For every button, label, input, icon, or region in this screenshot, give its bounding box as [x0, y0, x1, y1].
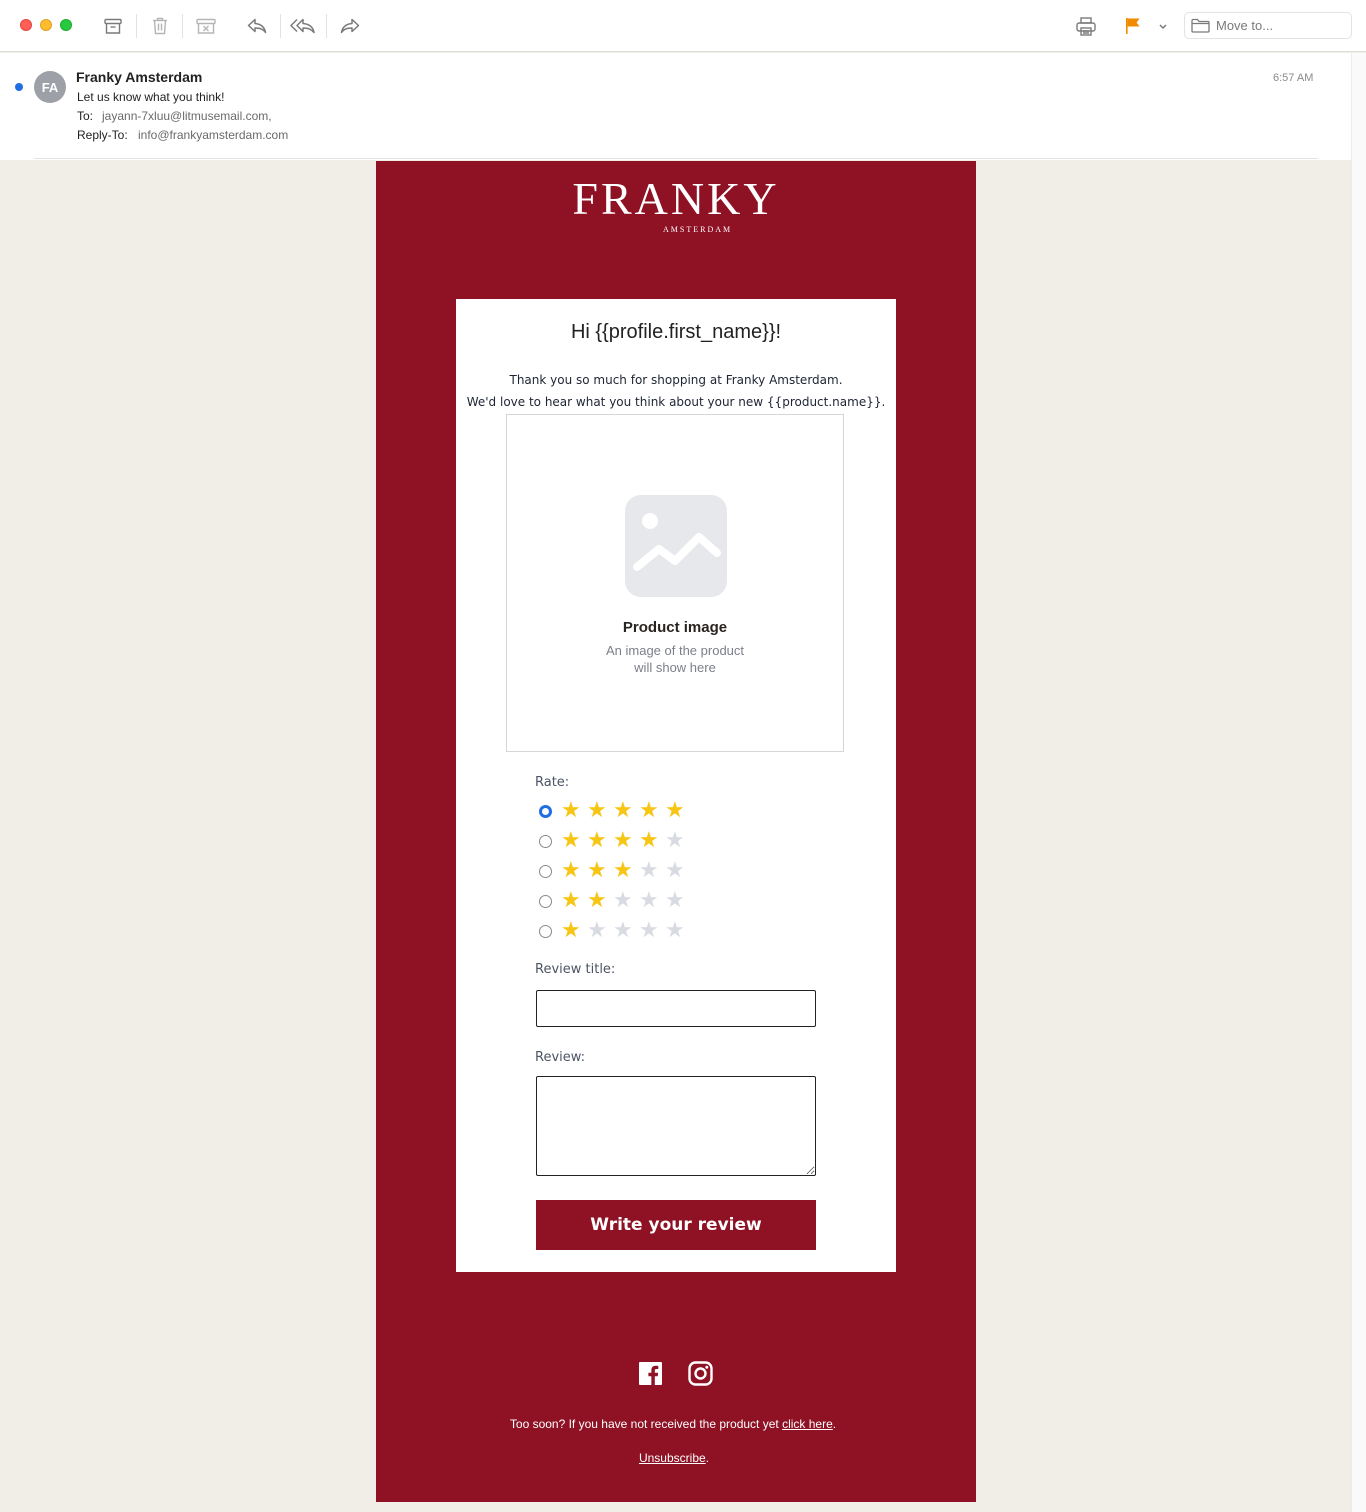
star-icon: ★: [613, 857, 633, 882]
star-icon: ★: [639, 827, 659, 852]
rate-label: Rate:: [535, 775, 570, 790]
star-icon: ★: [639, 887, 659, 912]
star-icon: ★: [613, 917, 633, 942]
greeting: Hi {{profile.first_name}}!: [570, 321, 782, 343]
star-icon: ★: [613, 797, 633, 822]
move-to-label: Move to...: [1216, 18, 1274, 33]
rating-radio-1[interactable]: [539, 925, 552, 938]
print-icon[interactable]: [1073, 13, 1099, 39]
chevron-down-icon[interactable]: [1150, 13, 1176, 39]
star-icon: ★: [561, 797, 581, 822]
star-icon: ★: [613, 887, 633, 912]
reply-to-label: Reply-To:: [77, 128, 128, 142]
reply-icon[interactable]: [244, 13, 270, 39]
archive-icon[interactable]: [100, 13, 126, 39]
zoom-window-button[interactable]: [60, 19, 72, 31]
product-image-title: Product image: [622, 619, 728, 636]
star-icon: ★: [587, 887, 607, 912]
star-icon: ★: [587, 857, 607, 882]
trash-icon[interactable]: [147, 13, 173, 39]
product-image-desc-2: will show here: [634, 660, 716, 675]
review-textarea[interactable]: [536, 1076, 816, 1176]
facebook-icon[interactable]: [639, 1362, 662, 1385]
flag-icon[interactable]: [1120, 13, 1146, 39]
footer-message: Too soon? If you have not received the p…: [509, 1417, 783, 1431]
unsubscribe-link[interactable]: Unsubscribe: [639, 1451, 706, 1465]
star-icon: ★: [665, 827, 685, 852]
rating-radio-3[interactable]: [539, 865, 552, 878]
reply-to-address[interactable]: info@frankyamsterdam.com: [138, 128, 288, 142]
subject: Let us know what you think!: [77, 90, 225, 104]
message-header: FA Franky Amsterdam Let us know what you…: [0, 53, 1351, 160]
avatar: FA: [34, 71, 66, 103]
email-body: FRANKY AMSTERDAM Hi {{profile.first_name…: [376, 161, 976, 1502]
product-image-placeholder: Product image An image of the product wi…: [506, 414, 844, 752]
review-title-label: Review title:: [535, 962, 616, 977]
write-review-button[interactable]: Write your review: [536, 1200, 816, 1250]
image-placeholder-icon: [625, 495, 727, 597]
star-icon: ★: [665, 797, 685, 822]
star-icon: ★: [587, 827, 607, 852]
reply-all-icon[interactable]: [290, 13, 316, 39]
star-icon: ★: [561, 887, 581, 912]
close-window-button[interactable]: [20, 19, 32, 31]
brand-logo: FRANKY: [572, 173, 780, 224]
rating-radio-5[interactable]: [539, 805, 552, 818]
product-image-desc-1: An image of the product: [605, 643, 745, 658]
star-icon: ★: [639, 857, 659, 882]
rating-radio-4[interactable]: [539, 835, 552, 848]
star-icon: ★: [665, 887, 685, 912]
star-icon: ★: [561, 857, 581, 882]
folder-icon: [1191, 18, 1210, 33]
star-icon: ★: [665, 857, 685, 882]
to-address[interactable]: jayann-7xluu@litmusemail.com,: [102, 109, 272, 123]
unread-dot: [15, 83, 23, 91]
footer-text: Too soon? If you have not received the p…: [376, 1417, 970, 1431]
star-icon: ★: [639, 917, 659, 942]
minimize-window-button[interactable]: [40, 19, 52, 31]
star-icon: ★: [561, 827, 581, 852]
click-here-link[interactable]: click here: [782, 1417, 833, 1431]
intro-line-2: We'd love to hear what you think about y…: [466, 395, 886, 409]
star-icon: ★: [561, 917, 581, 942]
forward-icon[interactable]: [337, 13, 363, 39]
star-icon: ★: [665, 917, 685, 942]
review-label: Review:: [535, 1050, 586, 1065]
star-icon: ★: [587, 797, 607, 822]
star-icon: ★: [639, 797, 659, 822]
star-icon: ★: [613, 827, 633, 852]
message-time: 6:57 AM: [1273, 72, 1314, 84]
to-label: To:: [77, 109, 94, 123]
move-to-button[interactable]: Move to...: [1184, 12, 1352, 39]
rating-radio-2[interactable]: [539, 895, 552, 908]
junk-icon[interactable]: [193, 13, 219, 39]
sender-name: Franky Amsterdam: [76, 69, 203, 85]
star-icon: ★: [587, 917, 607, 942]
footer-period: .: [832, 1417, 837, 1431]
review-title-input[interactable]: [536, 990, 816, 1027]
header-divider: [34, 158, 1318, 159]
intro-line-1: Thank you so much for shopping at Franky…: [509, 373, 843, 387]
instagram-icon[interactable]: [688, 1361, 713, 1386]
unsubscribe-period: .: [705, 1451, 710, 1465]
review-card: Hi {{profile.first_name}}! Thank you so …: [456, 299, 896, 1272]
scrollbar[interactable]: [1351, 53, 1366, 1512]
brand-logo-subtext: AMSTERDAM: [663, 225, 733, 234]
mail-toolbar: Move to...: [0, 0, 1366, 52]
unsubscribe-line: Unsubscribe.: [376, 1451, 972, 1465]
